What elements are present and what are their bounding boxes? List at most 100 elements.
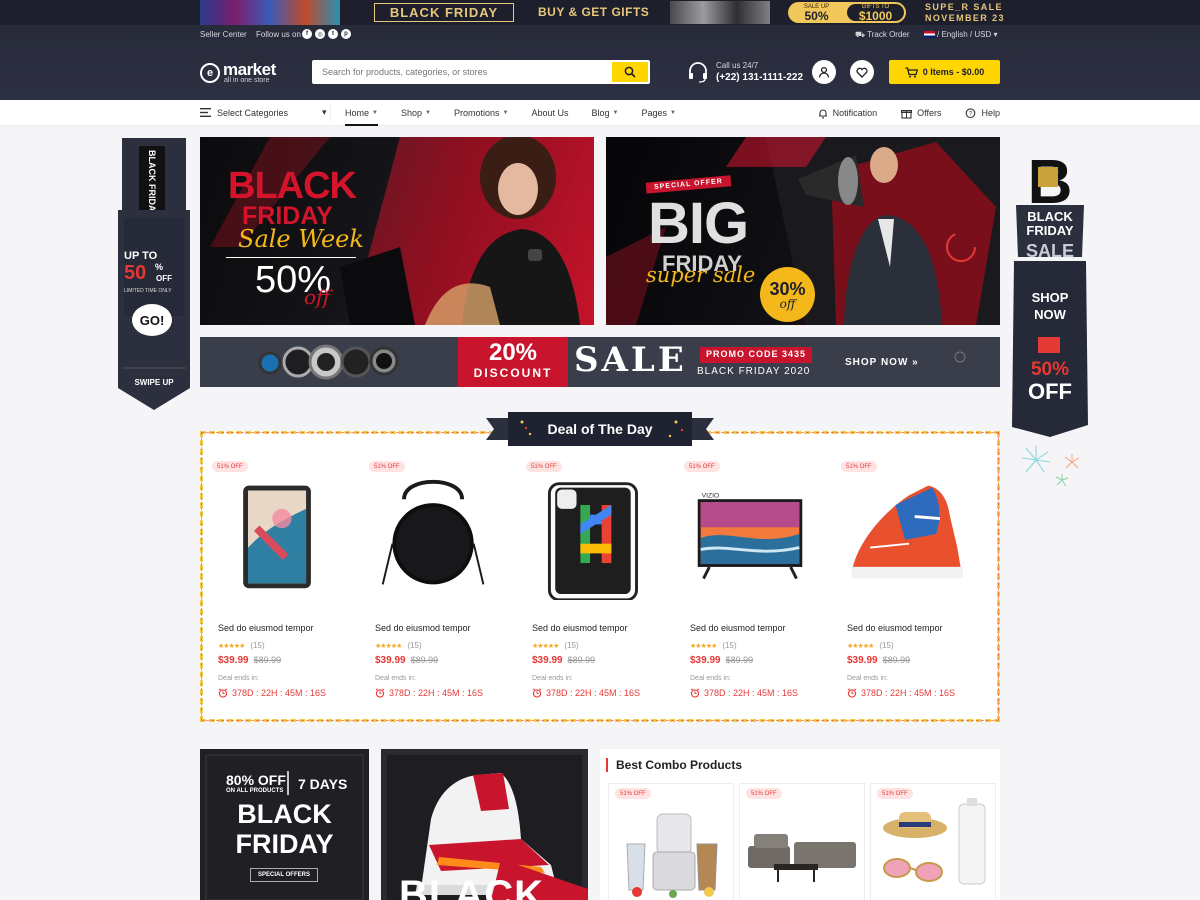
deal-countdown: 378D : 22H : 45M : 16S (690, 688, 798, 698)
chevron-down-icon: ▼ (372, 110, 378, 116)
juicer-product-image (626, 813, 718, 898)
ribbon-right-black: BLACK (1027, 209, 1073, 224)
search-icon (624, 66, 636, 78)
nav-item-promotions[interactable]: Promotions ▼ (454, 100, 508, 126)
product-title[interactable]: Sed do eiusmod tempor (532, 623, 628, 633)
alarm-clock-icon (690, 688, 700, 698)
nav-item-shop[interactable]: Shop ▼ (401, 100, 431, 126)
wishlist-button[interactable] (850, 60, 874, 84)
search-button[interactable] (612, 62, 648, 82)
product-title[interactable]: Sed do eiusmod tempor (847, 623, 943, 633)
current-price: $39.99 (532, 655, 563, 666)
nav-label: Blog (591, 108, 610, 118)
nav-item-about-us[interactable]: About Us (531, 100, 568, 126)
deal-ends-label: Deal ends in: (218, 675, 259, 682)
language-currency-select[interactable]: / English / USD ▾ (924, 30, 998, 39)
call-us-block[interactable]: Call us 24/7 (+22) 131-1111-222 (687, 61, 807, 85)
nav-item-blog[interactable]: Blog ▼ (591, 100, 618, 126)
menu-icon (200, 108, 211, 117)
countdown-value: 378D : 22H : 45M : 16S (861, 688, 956, 698)
super-sale-text: SUPE_R SALE (925, 2, 1003, 12)
promo-tv-images (200, 0, 340, 25)
deal-product-card[interactable]: 51% OFF VIZIO Sed do eiusmod tempor ★★★★★ (1… (672, 458, 822, 708)
cart-button[interactable]: 0 Items - $0.00 (889, 60, 1000, 84)
old-price: $89.99 (410, 655, 439, 665)
select-categories-dropdown[interactable]: Select Categories ▾ (200, 107, 327, 118)
site-logo[interactable]: e market all in one store (200, 60, 290, 86)
old-price: $89.99 (567, 655, 596, 665)
offers-link[interactable]: Offers (901, 100, 941, 126)
chevron-down-icon: ▾ (322, 107, 327, 117)
promo-banner-20-discount[interactable]: 20% DISCOUNT SALE PROMO CODE 3435 BLACK … (200, 337, 1000, 387)
alarm-clock-icon (532, 688, 542, 698)
ribbon-right-now: NOW (1034, 307, 1067, 322)
promo-card-sneaker[interactable]: BLACK (381, 749, 588, 900)
notification-link[interactable]: Notification (818, 100, 878, 126)
left-promo-ribbon[interactable]: BLACK FRIDAY UP TO 50 % OFF LIMITED TIME… (118, 138, 190, 410)
product-title[interactable]: Sed do eiusmod tempor (218, 623, 314, 633)
combo-item[interactable]: 51% OFF (870, 783, 996, 900)
account-button[interactable] (812, 60, 836, 84)
current-price: $39.99 (847, 655, 878, 666)
product-price: $39.99 $89.99 (218, 655, 281, 666)
hero-banner-black-friday-sale-week[interactable]: BLACK FRIDAY Sale Week 50% off (200, 137, 594, 325)
old-price: $89.99 (253, 655, 282, 665)
twitter-icon[interactable]: t (328, 29, 338, 39)
product-rating: ★★★★★ (15) (532, 641, 579, 650)
product-price: $39.99 $89.99 (375, 655, 438, 666)
seller-center-link[interactable]: Seller Center (200, 30, 247, 39)
chevron-down-icon: ▼ (425, 110, 431, 116)
banner3-shop-now[interactable]: SHOP NOW » (845, 357, 919, 368)
site-header: Seller Center Follow us on f ◎ t p ⛟ Tra… (0, 25, 1200, 100)
product-rating: ★★★★★ (15) (690, 641, 737, 650)
product-title[interactable]: Sed do eiusmod tempor (375, 623, 471, 633)
alarm-clock-icon (218, 688, 228, 698)
nav-label: Promotions (453, 108, 500, 118)
right-promo-ribbon[interactable]: B BLACK FRIDAY SALE SHOP NOW 50% OFF (1010, 137, 1090, 437)
banner2-super-sale: super sale (646, 263, 756, 287)
track-order-link[interactable]: ⛟ Track Order (855, 30, 910, 40)
banner2-badge-off: off (779, 296, 796, 311)
best-combo-products-section: Best Combo Products 51% OFF 51% OFF 51% … (600, 749, 1000, 900)
help-label: Help (981, 108, 1000, 118)
search-input[interactable] (313, 61, 611, 83)
chevron-down-icon: ▼ (612, 110, 619, 116)
top-promo-strip[interactable]: BLACK FRIDAY BUY & GET GIFTS SALE UP 50% … (0, 0, 1200, 25)
gifts-to-value: $1000 (858, 8, 893, 23)
product-title[interactable]: Sed do eiusmod tempor (690, 623, 786, 633)
pinterest-icon[interactable]: p (341, 29, 351, 39)
instagram-icon[interactable]: ◎ (315, 29, 325, 39)
nav-right-links: Notification Offers ? Help (818, 100, 1000, 126)
notification-label: Notification (832, 108, 878, 118)
uk-flag-icon (924, 31, 935, 38)
deal-product-card[interactable]: 51% OFF Sed do eiusmod tempor ★★★★★ (15) $39… (514, 458, 664, 708)
deal-product-card[interactable]: 51% OFF Sed do eiusmod tempor ★★★★★ (15) $39… (357, 458, 507, 708)
ribbon-left-limited: LIMITED TIME ONLY (124, 288, 172, 294)
deal-countdown: 378D : 22H : 45M : 16S (375, 688, 483, 698)
heart-icon (856, 67, 868, 78)
hero-banner-big-friday[interactable]: SPECIAL OFFER BIG FRIDAY super sale 30% … (606, 137, 1000, 325)
offers-label: Offers (917, 108, 942, 118)
ribbon-right-percent: 50% (1031, 359, 1069, 380)
help-link[interactable]: ? Help (965, 100, 1000, 126)
super-sale-date: NOVEMBER 23 (925, 13, 1005, 23)
nav-item-home[interactable]: Home ▼ (345, 100, 378, 126)
deal-product-card[interactable]: 51% OFF Sed do eiusmod tempor ★★★★★ (15) $39… (200, 458, 350, 708)
old-price: $89.99 (882, 655, 911, 665)
promo-sale-pill: SALE UP 50% GIFTS TO $1000 (788, 2, 906, 23)
product-rating: ★★★★★ (15) (218, 641, 265, 650)
promo-a-special-offers: SPECIAL OFFERS (250, 868, 318, 882)
star-rating-icon: ★★★★★ (847, 642, 874, 650)
facebook-icon[interactable]: f (302, 29, 312, 39)
truck-icon: ⛟ (855, 30, 868, 39)
cart-summary: 0 Items - $0.00 (922, 67, 985, 77)
nav-item-pages[interactable]: Pages ▼ (641, 100, 675, 126)
promo-card-black-friday-80-off[interactable]: 80% OFF ON ALL PRODUCTS 7 DAYS BLACK FRI… (200, 749, 369, 900)
bag-product-image (381, 479, 485, 585)
deal-product-card[interactable]: 51% OFF Sed do eiusmod tempor ★★★★★ (15) $39… (829, 458, 979, 708)
tablet-product-image (243, 485, 311, 589)
countdown-value: 378D : 22H : 45M : 16S (546, 688, 641, 698)
combo-item[interactable]: 51% OFF (739, 783, 865, 900)
deal-ends-label: Deal ends in: (375, 675, 416, 682)
combo-item[interactable]: 51% OFF (608, 783, 734, 900)
